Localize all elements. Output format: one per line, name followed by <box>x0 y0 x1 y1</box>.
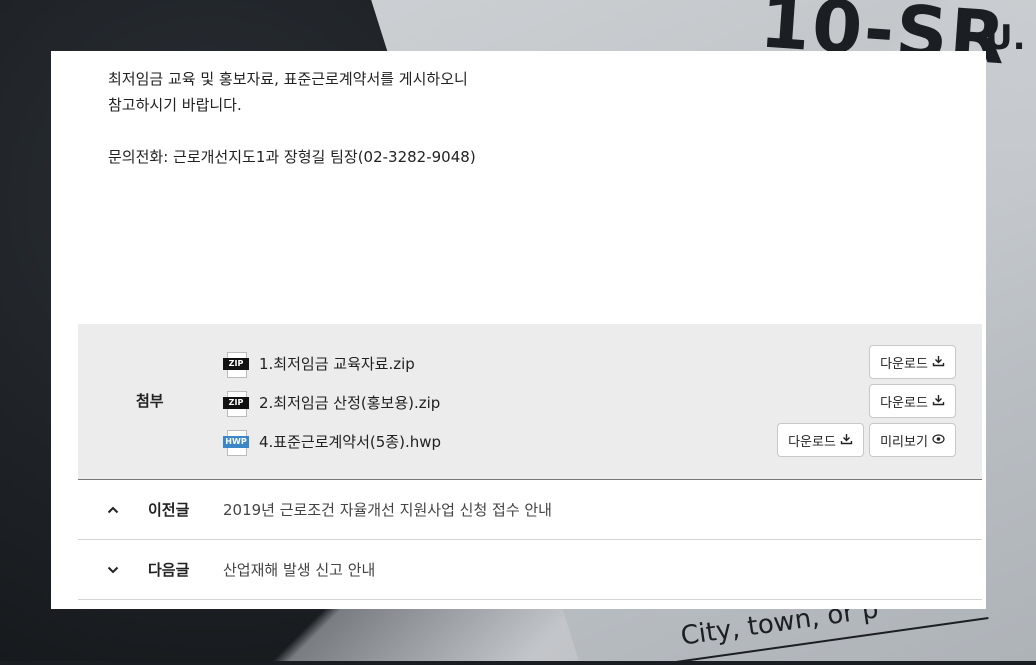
body-line: 최저임금 교육 및 홍보자료, 표준근로계약서를 게시하오니 <box>108 70 468 88</box>
attachment-item[interactable]: ZIP 2.최저임금 산정(홍보용).zip <box>223 387 440 417</box>
download-icon <box>932 394 945 409</box>
download-button[interactable]: 다운로드 <box>869 384 956 418</box>
article-panel: 최저임금 교육 및 홍보자료, 표준근로계약서를 게시하오니 참고하시기 바랍니… <box>51 51 986 609</box>
attachment-name[interactable]: 4.표준근로계약서(5종).hwp <box>259 431 441 452</box>
attachments-section: 첨부 ZIP 1.최저임금 교육자료.zip 다운로드 ZIP 2.최저임금 산… <box>78 324 982 480</box>
contact-line: 문의전화: 근로개선지도1과 장형길 팀장(02-3282-9048) <box>108 148 476 166</box>
preview-button[interactable]: 미리보기 <box>869 423 956 457</box>
next-post-title[interactable]: 산업재해 발생 신고 안내 <box>223 559 375 580</box>
attachment-name[interactable]: 2.최저임금 산정(홍보용).zip <box>259 392 440 413</box>
chevron-up-icon <box>78 502 148 518</box>
download-button[interactable]: 다운로드 <box>869 345 956 379</box>
eye-icon <box>932 433 945 448</box>
chevron-down-icon <box>78 562 148 578</box>
download-icon <box>932 355 945 370</box>
attachment-name[interactable]: 1.최저임금 교육자료.zip <box>259 353 415 374</box>
download-button[interactable]: 다운로드 <box>777 423 864 457</box>
zip-file-icon: ZIP <box>223 352 249 378</box>
body-line: 참고하시기 바랍니다. <box>108 96 242 114</box>
zip-file-icon: ZIP <box>223 391 249 417</box>
download-icon <box>840 433 853 448</box>
prev-post-row[interactable]: 이전글 2019년 근로조건 자율개선 지원사업 신청 접수 안내 <box>78 480 982 540</box>
next-post-row[interactable]: 다음글 산업재해 발생 신고 안내 <box>78 540 982 600</box>
prev-post-label: 이전글 <box>148 501 190 519</box>
prev-post-title[interactable]: 2019년 근로조건 자율개선 지원사업 신청 접수 안내 <box>223 499 552 520</box>
article-body: 최저임금 교육 및 홍보자료, 표준근로계약서를 게시하오니 참고하시기 바랍니… <box>108 66 928 170</box>
attachment-item[interactable]: ZIP 1.최저임금 교육자료.zip <box>223 348 415 378</box>
background-stamp-text-small: U. <box>985 18 1026 58</box>
hwp-file-icon: HWP <box>223 430 249 456</box>
attachments-label: 첨부 <box>136 392 164 410</box>
next-post-label: 다음글 <box>148 561 190 579</box>
attachment-item[interactable]: HWP 4.표준근로계약서(5종).hwp <box>223 426 441 456</box>
